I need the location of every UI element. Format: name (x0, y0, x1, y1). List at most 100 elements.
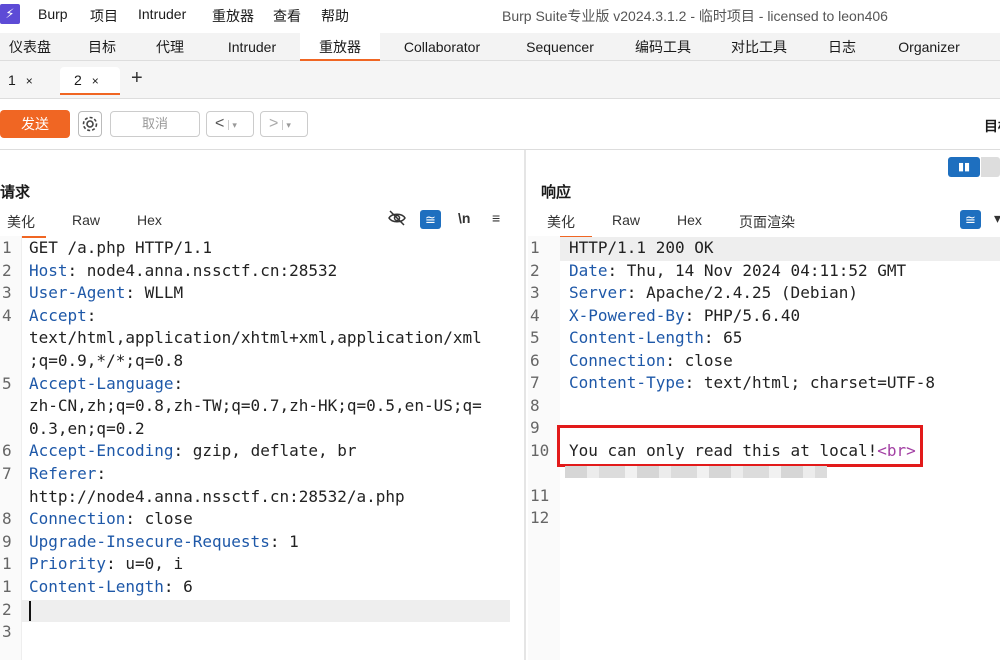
code-text: : text/html; charset=UTF-8 (684, 373, 936, 392)
code-line: Content-Length: 6 (29, 577, 193, 596)
tab-intruder[interactable]: Intruder (212, 33, 292, 61)
code-line: Connection: close (569, 351, 733, 370)
line-number: 11 (530, 486, 550, 505)
tab-logger[interactable]: 日志 (818, 33, 866, 61)
line-number: 2 (2, 599, 12, 619)
menu-icon[interactable]: ≡ (492, 210, 500, 226)
header-name: User-Agent (29, 283, 126, 303)
gear-icon[interactable] (78, 111, 102, 137)
response-tab-pretty[interactable]: 美化 (540, 212, 592, 238)
response-tab-hex[interactable]: Hex (677, 212, 702, 228)
tab-dashboard[interactable]: 仪表盘 (0, 33, 60, 61)
close-icon[interactable]: × (26, 74, 33, 88)
line-number: 4 (530, 306, 540, 325)
pane-divider[interactable] (524, 150, 526, 660)
code-line: Accept: (29, 306, 96, 325)
line-number: 8 (2, 509, 12, 529)
chevron-down-icon[interactable]: ▾ (282, 120, 291, 130)
menu-view[interactable]: 查看 (273, 6, 301, 26)
header-name: Server (569, 283, 627, 302)
code-text: 0.3,en;q=0.2 (29, 418, 145, 438)
cancel-button[interactable]: 取消 (110, 111, 200, 137)
line-number: 2 (2, 260, 12, 280)
code-line: Priority: u=0, i (29, 554, 183, 573)
header-name: Connection (569, 351, 666, 370)
header-name: X-Powered-By (569, 306, 685, 325)
repeater-tab-label: 2 (74, 72, 82, 88)
request-title: 请求 (0, 184, 31, 201)
tab-decoder[interactable]: 编码工具 (628, 33, 698, 61)
line-number: 6 (2, 441, 12, 461)
forward-button[interactable]: > ▾ (260, 111, 308, 137)
code-line: Host: node4.anna.nssctf.cn:28532 (29, 261, 337, 280)
code-text: : WLLM (125, 283, 184, 303)
request-tab-raw[interactable]: Raw (72, 212, 100, 228)
code-text: : 1 (269, 531, 299, 551)
response-tab-raw[interactable]: Raw (612, 212, 640, 228)
header-name: Content-Length (29, 577, 164, 596)
annotation-box (557, 425, 923, 467)
code-line: X-Powered-By: PHP/5.6.40 (569, 306, 800, 325)
menu-burp[interactable]: Burp (38, 6, 68, 22)
menu-repeater[interactable]: 重放器 (212, 6, 254, 26)
response-title: 响应 (541, 184, 572, 201)
request-tab-hex[interactable]: Hex (137, 212, 162, 228)
line-number: 5 (2, 373, 12, 393)
newline-icon[interactable]: \n (458, 210, 470, 226)
code-line: Date: Thu, 14 Nov 2024 04:11:52 GMT (569, 261, 906, 280)
tab-sequencer[interactable]: Sequencer (516, 33, 604, 61)
line-number: 3 (2, 622, 12, 642)
code-text: HTTP/1.1 200 OK (569, 238, 714, 257)
response-tab-render[interactable]: 页面渲染 (739, 212, 795, 232)
wrap-icon[interactable]: ≅ (420, 210, 441, 229)
repeater-tab-2[interactable]: 2 × (60, 67, 120, 95)
tab-proxy[interactable]: 代理 (140, 33, 200, 61)
code-text: : node4.anna.nssctf.cn:28532 (67, 260, 338, 280)
tab-target[interactable]: 目标 (70, 33, 134, 61)
code-text: : Apache/2.4.25 (Debian) (626, 283, 858, 302)
burp-logo-icon: ⚡ (0, 4, 20, 24)
header-name: Accept-Encoding (29, 441, 174, 461)
send-button[interactable]: 发送 (0, 110, 70, 138)
request-tab-pretty[interactable]: 美化 (0, 212, 46, 238)
tab-collaborator[interactable]: Collaborator (392, 33, 492, 61)
code-line: Referer: (29, 464, 106, 483)
repeater-tab-1[interactable]: 1 × (0, 67, 48, 95)
tab-organizer[interactable]: Organizer (886, 33, 972, 61)
request-editor[interactable]: 1 GET /a.php HTTP/1.1 2 Host: node4.anna.ns… (0, 236, 524, 660)
target-label[interactable]: 目标 (984, 116, 1000, 136)
code-text: : PHP/5.6.40 (684, 306, 801, 325)
tab-repeater[interactable]: 重放器 (300, 33, 380, 61)
menu-bar: ⚡ Burp 项目 Intruder 重放器 查看 帮助 Burp Suite专… (0, 0, 1000, 30)
menu-intruder[interactable]: Intruder (138, 6, 186, 22)
line-number: 6 (530, 351, 540, 370)
close-icon[interactable]: × (92, 74, 99, 88)
line-number: 10 (530, 441, 550, 460)
wrap-icon[interactable]: ≅ (960, 210, 981, 229)
code-line: ;q=0.9,*/*;q=0.8 (29, 351, 183, 370)
tab-comparer[interactable]: 对比工具 (722, 33, 796, 61)
line-number: 4 (2, 305, 12, 325)
menu-project[interactable]: 项目 (90, 6, 118, 26)
stacked-view-icon[interactable] (981, 157, 1000, 177)
code-text: : Thu, 14 Nov 2024 04:11:52 GMT (607, 261, 907, 280)
code-line: Accept-Encoding: gzip, deflate, br (29, 441, 357, 460)
line-number: 1 (2, 554, 12, 574)
code-text: text/html,application/xhtml+xml,applicat… (29, 328, 482, 348)
repeater-tab-label: 1 (8, 72, 16, 88)
code-line: Accept-Language: (29, 374, 183, 393)
chevron-down-icon[interactable]: ▾ (228, 120, 237, 130)
code-text: GET /a.php HTTP/1.1 (29, 238, 213, 257)
redacted-text (565, 466, 827, 478)
menu-help[interactable]: 帮助 (321, 6, 349, 26)
hide-icon[interactable] (388, 210, 406, 229)
split-view-icon[interactable]: ▮▮ (948, 157, 980, 177)
code-text: : gzip, deflate, br (173, 441, 357, 461)
line-number: 3 (2, 283, 12, 303)
add-tab-icon[interactable]: + (131, 68, 143, 88)
header-name: Accept (29, 305, 87, 325)
back-button[interactable]: < ▾ (206, 111, 254, 137)
chevron-down-icon[interactable]: ▾ (994, 210, 1000, 227)
code-line: Content-Type: text/html; charset=UTF-8 (569, 373, 935, 392)
line-number: 5 (530, 328, 540, 347)
